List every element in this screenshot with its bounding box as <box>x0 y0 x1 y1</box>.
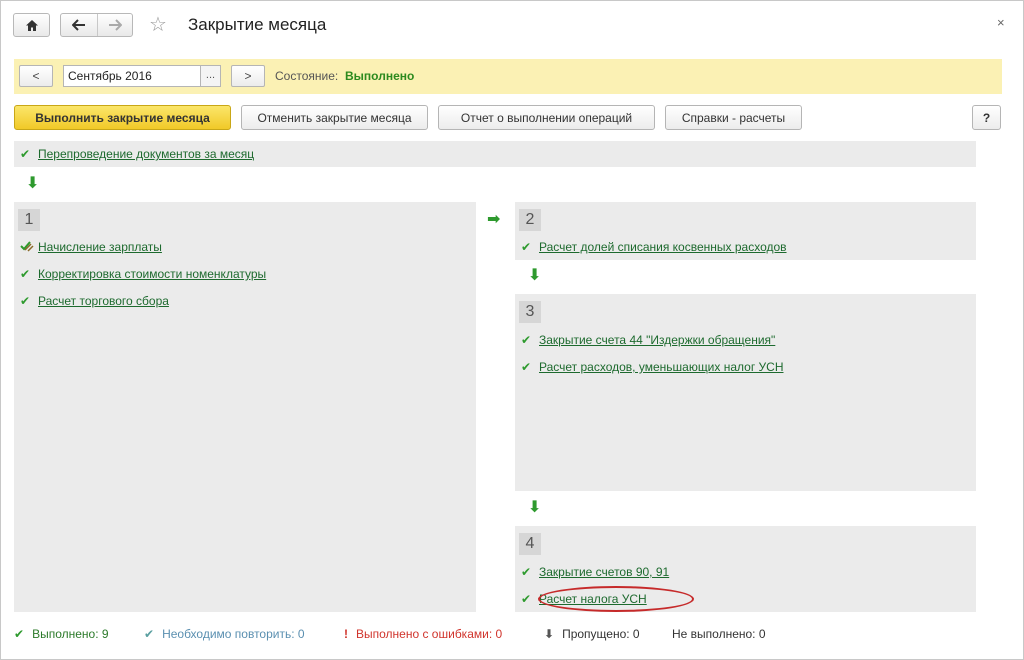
star-icon[interactable]: ☆ <box>149 14 167 36</box>
cancel-close-month-button[interactable]: Отменить закрытие месяца <box>241 105 428 130</box>
check-icon: ✔ <box>521 333 532 347</box>
arrow-down-icon: ⬇ <box>528 267 542 284</box>
step-panel-1: 1 Начисление зарплаты ✔ Корректировка ст… <box>14 202 476 612</box>
step-panel-2: 2 ✔ Расчет долей списания косвенных расх… <box>515 202 976 260</box>
operation-link[interactable]: Расчет расходов, уменьшающих налог УСН <box>539 360 784 374</box>
period-bar: < Сентябрь 2016 ... > Состояние: Выполне… <box>14 59 1002 94</box>
operation-item: ✔ Закрытие счета 44 "Издержки обращения" <box>521 332 775 348</box>
arrow-right-icon: ➡ <box>487 211 501 228</box>
page-title: Закрытие месяца <box>188 15 327 34</box>
check-icon: ✔ <box>521 240 532 254</box>
operation-link[interactable]: Закрытие счета 44 "Издержки обращения" <box>539 333 775 347</box>
operation-item: ✔ Расчет долей списания косвенных расход… <box>521 239 787 255</box>
status-done: ✔ Выполнено: 9 <box>14 627 109 641</box>
operation-repost: ✔ Перепроведение документов за месяц <box>20 146 254 162</box>
check-icon: ✔ <box>14 627 25 641</box>
check-icon: ✔ <box>144 627 155 641</box>
back-button[interactable] <box>61 14 97 36</box>
arrow-down-icon: ⬇ <box>528 499 542 516</box>
check-icon: ✔ <box>521 565 532 579</box>
exclamation-icon: ! <box>344 627 348 641</box>
check-icon: ✔ <box>521 360 532 374</box>
period-input[interactable]: Сентябрь 2016 <box>63 65 221 87</box>
arrow-right-icon <box>108 19 122 31</box>
operation-link[interactable]: Расчет торгового сбора <box>38 294 169 308</box>
state-value: Выполнено <box>345 69 415 83</box>
check-icon: ✔ <box>20 294 31 308</box>
status-not-done: Не выполнено: 0 <box>672 627 766 641</box>
next-period-button[interactable]: > <box>231 65 265 87</box>
calculations-button[interactable]: Справки - расчеты <box>665 105 802 130</box>
step-number: 4 <box>519 533 541 555</box>
arrow-down-icon: ⬇ <box>544 627 555 641</box>
navigation-group <box>60 13 133 37</box>
operation-link[interactable]: Начисление зарплаты <box>38 240 162 254</box>
status-repeat: ✔ Необходимо повторить: 0 <box>144 627 305 641</box>
step-panel-3: 3 ✔ Закрытие счета 44 "Издержки обращени… <box>515 294 976 491</box>
step-number: 3 <box>519 301 541 323</box>
period-select-button[interactable]: ... <box>200 65 221 87</box>
state-label: Состояние: <box>275 69 339 83</box>
partial-check-icon <box>20 240 38 255</box>
operation-item: ✔ Закрытие счетов 90, 91 <box>521 564 669 580</box>
step-number: 2 <box>519 209 541 231</box>
title-bar: ☆ Закрытие месяца × <box>1 1 1023 53</box>
operation-link[interactable]: Перепроведение документов за месяц <box>38 147 254 161</box>
highlight-ellipse <box>538 586 694 612</box>
operations-report-button[interactable]: Отчет о выполнении операций <box>438 105 655 130</box>
close-month-button[interactable]: Выполнить закрытие месяца <box>14 105 231 130</box>
check-icon: ✔ <box>20 147 31 161</box>
forward-button[interactable] <box>96 14 133 36</box>
operation-item: ✔ Расчет торгового сбора <box>20 293 169 309</box>
operation-link[interactable]: Корректировка стоимости номенклатуры <box>38 267 266 281</box>
operation-item: ✔ Расчет расходов, уменьшающих налог УСН <box>521 359 784 375</box>
month-close-window: ☆ Закрытие месяца × < Сентябрь 2016 ... … <box>0 0 1024 660</box>
home-button[interactable] <box>13 13 50 37</box>
arrow-down-icon: ⬇ <box>26 175 40 192</box>
operation-link[interactable]: Расчет долей списания косвенных расходов <box>539 240 787 254</box>
operation-link[interactable]: Закрытие счетов 90, 91 <box>539 565 669 579</box>
status-errors: ! Выполнено с ошибками: 0 <box>344 627 503 641</box>
step-number: 1 <box>18 209 40 231</box>
arrow-left-icon <box>71 19 85 31</box>
home-icon <box>25 19 38 31</box>
operation-item: Начисление зарплаты <box>20 239 162 255</box>
check-icon: ✔ <box>20 267 31 281</box>
status-bar: ✔ Выполнено: 9 ✔ Необходимо повторить: 0… <box>14 627 1004 645</box>
status-skipped: ⬇ Пропущено: 0 <box>544 627 640 641</box>
help-button[interactable]: ? <box>972 105 1001 130</box>
operation-item: ✔ Корректировка стоимости номенклатуры <box>20 266 266 282</box>
close-icon[interactable]: × <box>997 15 1005 30</box>
prev-period-button[interactable]: < <box>19 65 53 87</box>
repost-panel: ✔ Перепроведение документов за месяц <box>14 141 976 167</box>
check-icon: ✔ <box>521 592 532 606</box>
